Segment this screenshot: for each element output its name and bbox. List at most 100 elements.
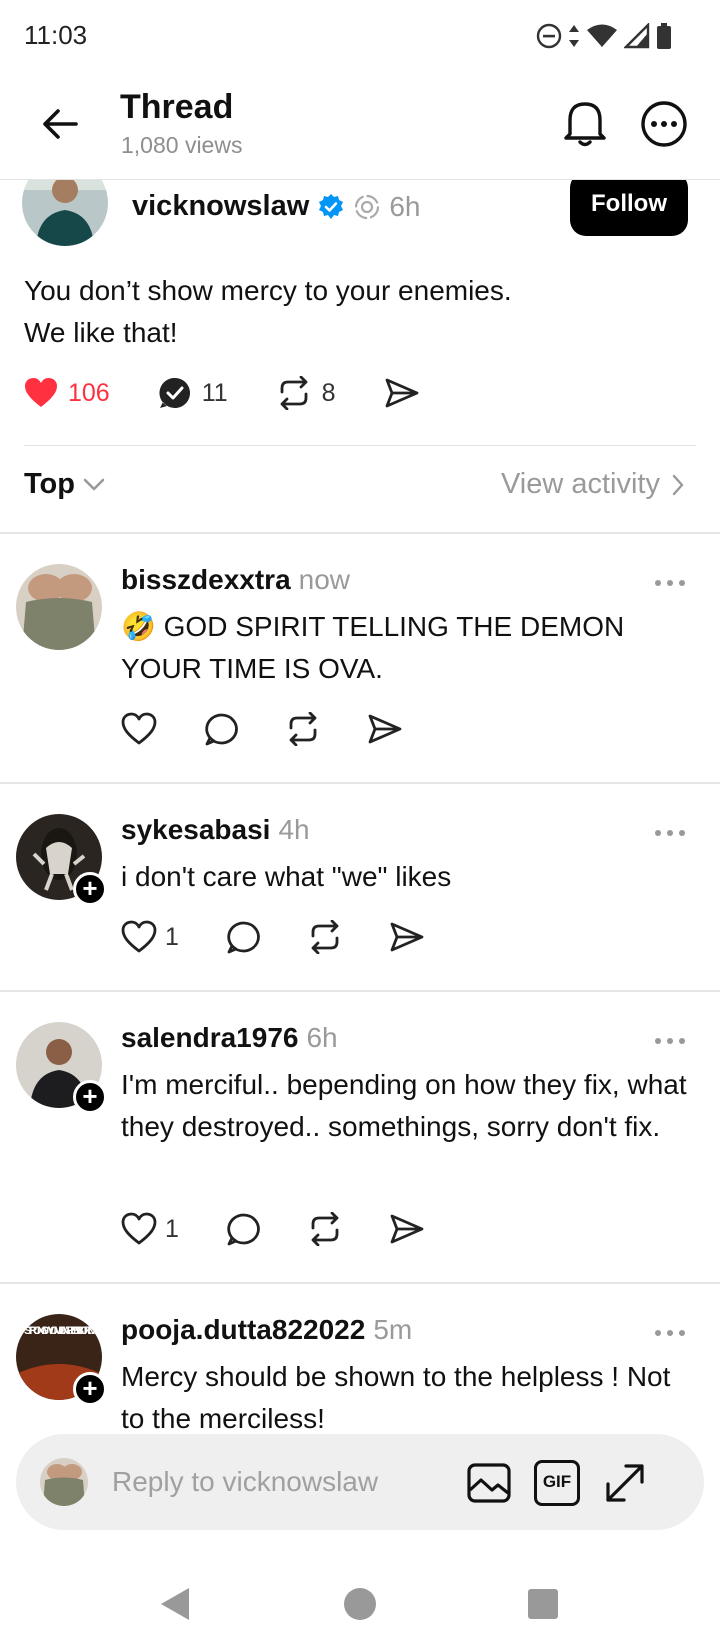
repost-button[interactable] <box>307 920 343 954</box>
more-options-icon[interactable] <box>654 1328 686 1338</box>
view-activity-link[interactable]: View activity <box>501 468 684 501</box>
like-button[interactable]: 1 <box>121 1212 179 1246</box>
repost-button[interactable] <box>307 1212 343 1246</box>
more-icon[interactable] <box>640 100 688 148</box>
more-options-icon[interactable] <box>654 828 686 838</box>
reply-username[interactable]: bisszdexxtra <box>121 564 291 596</box>
avatar[interactable] <box>16 564 102 650</box>
heart-icon <box>121 920 157 953</box>
image-icon[interactable] <box>466 1460 512 1506</box>
more-options-icon[interactable] <box>654 578 686 588</box>
reply-input[interactable] <box>112 1458 472 1506</box>
post-text-line: You don’t show mercy to your enemies. <box>24 275 512 306</box>
sort-row: Top View activity <box>0 446 720 530</box>
reply-item: + sykesabasi 4h i don't care what "we" l… <box>0 784 720 990</box>
like-button[interactable]: 106 <box>24 377 110 409</box>
do-not-disturb-icon <box>536 23 562 49</box>
page-title: Thread <box>120 88 234 126</box>
comment-icon <box>227 921 260 954</box>
laughing-emoji: 🤣 <box>121 611 156 642</box>
reply-text: I'm merciful.. bepending on how they fix… <box>121 1069 687 1142</box>
send-icon <box>368 714 402 744</box>
comment-icon <box>205 713 238 746</box>
reply-text: Mercy should be shown to the helpless ! … <box>121 1361 671 1434</box>
reply-username[interactable]: sykesabasi <box>121 814 270 846</box>
send-icon <box>390 922 424 952</box>
status-bar: 11:03 <box>0 0 720 72</box>
avatar[interactable] <box>22 180 108 246</box>
reply-button[interactable] <box>225 1212 261 1246</box>
reply-button[interactable] <box>203 712 239 746</box>
sort-dropdown[interactable]: Top <box>24 468 105 501</box>
reply-actions <box>121 712 449 746</box>
reply-item: + salendra1976 6h I'm merciful.. bependi… <box>0 992 720 1282</box>
repost-count: 8 <box>321 378 336 407</box>
follow-plus-button[interactable]: + <box>73 872 107 906</box>
heart-icon <box>121 712 157 745</box>
reply-time: 6h <box>306 1022 338 1053</box>
reply-button[interactable] <box>225 920 261 954</box>
data-arrows-icon <box>569 25 579 47</box>
reply-meta: bisszdexxtra now <box>121 564 350 596</box>
reply-actions: 1 <box>121 1212 471 1246</box>
reply-text: i don't care what "we" likes <box>121 861 452 892</box>
view-activity-label: View activity <box>500 468 660 500</box>
status-icons <box>536 18 672 54</box>
comment-icon <box>227 1213 260 1246</box>
reply-time: 5m <box>373 1314 413 1345</box>
repost-button[interactable]: 8 <box>276 376 336 410</box>
post-text-line: We like that! <box>24 317 178 348</box>
repost-icon <box>311 920 339 954</box>
recents-square-icon[interactable] <box>521 1582 565 1626</box>
back-arrow-icon[interactable] <box>38 102 82 146</box>
reply-text: 🤣 GOD SPIRIT TELLING THE DEMON YOUR TIME… <box>121 606 691 690</box>
chevron-down-icon <box>83 478 105 490</box>
reply-time: now <box>298 564 351 595</box>
repost-icon <box>311 1212 339 1246</box>
threads-icon <box>355 194 380 219</box>
follow-button[interactable]: Follow <box>570 180 688 236</box>
send-icon <box>390 1214 424 1244</box>
share-button[interactable] <box>389 921 425 953</box>
reply-time: 4h <box>278 814 310 845</box>
post-username[interactable]: vicknowslaw <box>132 190 309 223</box>
sort-label: Top <box>24 468 75 500</box>
heart-icon <box>121 1212 157 1245</box>
home-circle-icon[interactable] <box>338 1582 382 1626</box>
follow-plus-button[interactable]: + <box>73 1372 107 1406</box>
like-count: 106 <box>68 378 110 407</box>
reply-meta: salendra1976 6h <box>121 1022 338 1054</box>
reply-item: bisszdexxtra now 🤣 GOD SPIRIT TELLING TH… <box>0 534 720 782</box>
like-count: 1 <box>165 922 179 951</box>
reply-username[interactable]: pooja.dutta822022 <box>121 1314 365 1346</box>
gif-button[interactable]: GIF <box>534 1460 580 1506</box>
bell-icon[interactable] <box>560 96 610 148</box>
follow-plus-button[interactable]: + <box>73 1080 107 1114</box>
share-button[interactable] <box>389 1213 425 1245</box>
signal-icon <box>624 23 650 49</box>
reply-button[interactable]: 11 <box>158 376 228 410</box>
main-post: vicknowslaw 6h Follow You don’t show mer… <box>0 180 720 532</box>
avatar <box>40 1458 88 1506</box>
reply-text-body: GOD SPIRIT TELLING THE DEMON YOUR TIME I… <box>121 611 625 684</box>
battery-icon <box>657 23 671 49</box>
post-actions: 106 11 8 <box>24 376 468 410</box>
like-button[interactable]: 1 <box>121 920 179 954</box>
system-nav-bar <box>0 1560 720 1650</box>
expand-icon[interactable] <box>602 1460 648 1506</box>
reply-count: 11 <box>201 378 228 407</box>
post-time: 6h <box>389 190 421 222</box>
reply-actions: 1 <box>121 920 471 954</box>
reply-meta: sykesabasi 4h <box>121 814 310 846</box>
reply-meta: pooja.dutta822022 5m <box>121 1314 412 1346</box>
verified-badge-icon <box>319 193 344 219</box>
more-options-icon[interactable] <box>654 1036 686 1046</box>
repost-button[interactable] <box>285 712 321 746</box>
avatar-text: STRONG WOMEN AREN'T BORN. <box>24 1325 95 1337</box>
like-button[interactable] <box>121 712 157 746</box>
repost-icon <box>289 712 317 746</box>
back-triangle-icon[interactable] <box>155 1582 199 1626</box>
reply-username[interactable]: salendra1976 <box>121 1022 298 1054</box>
share-button[interactable] <box>384 377 420 409</box>
share-button[interactable] <box>367 713 403 745</box>
